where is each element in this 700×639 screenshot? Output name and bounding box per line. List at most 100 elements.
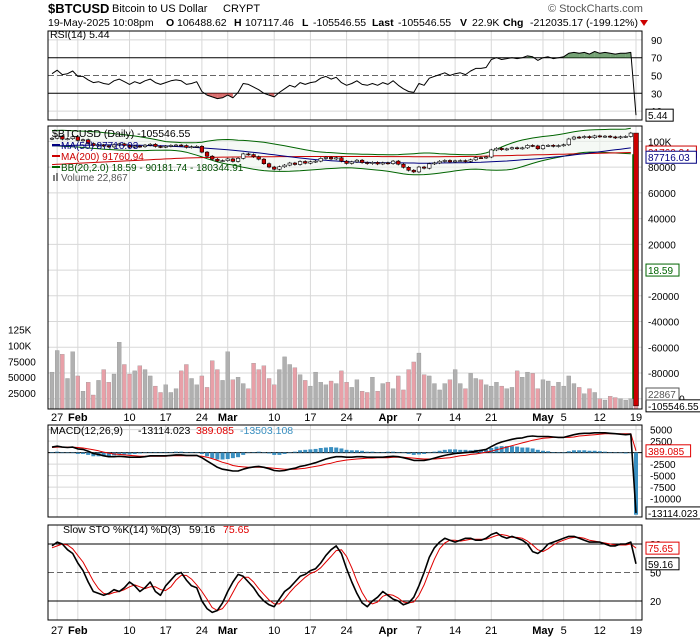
candle-body: [489, 149, 494, 158]
macd-histogram-bar: [515, 446, 520, 453]
volume-bar: [577, 387, 582, 410]
macd-histogram-bar: [602, 451, 607, 453]
macd-histogram-bar: [416, 452, 421, 455]
macd-histogram-bar: [230, 452, 235, 459]
volume-bar: [303, 380, 308, 410]
x-tick-label-bottom: 27: [51, 625, 63, 637]
macd-histogram-bar: [153, 452, 158, 453]
macd-histogram-bar: [60, 452, 65, 454]
candle-body: [142, 144, 148, 148]
volume-bar: [101, 369, 106, 410]
macd-histogram-bar: [540, 450, 545, 453]
volume-tick-label: 125K: [8, 326, 32, 337]
volume-bar: [561, 385, 566, 410]
volume-tick-label: 75000: [8, 357, 36, 368]
volume-bar: [520, 377, 525, 410]
candle-body: [613, 136, 618, 139]
volume-legend-icon-bar: [56, 173, 58, 181]
x-tick-label-mid: 10: [268, 412, 280, 424]
volume-bar: [458, 383, 463, 410]
low-value: -105546.55: [313, 17, 366, 29]
security-name: Bitcoin to US Dollar: [112, 3, 208, 15]
candle-body: [354, 159, 360, 163]
macd-histogram-bar: [334, 447, 339, 453]
macd-histogram-bar: [344, 449, 349, 453]
macd-histogram-bar: [437, 450, 442, 453]
macd-histogram-bar: [365, 451, 370, 453]
volume-bar: [328, 380, 334, 410]
x-tick-label-mid: 10: [123, 412, 135, 424]
volume-bar: [117, 342, 122, 410]
candle-body: [447, 160, 453, 163]
macd-histogram-bar: [179, 451, 184, 453]
volume-bar: [277, 369, 282, 410]
volume-bar: [235, 377, 241, 410]
volume-bar: [96, 380, 101, 410]
volume-bar: [189, 378, 194, 410]
volume-bar: [401, 389, 406, 410]
volume-bar: [132, 370, 137, 410]
volume-bar: [437, 389, 442, 410]
macd-histogram-bar: [385, 451, 390, 453]
macd-histogram-bar: [86, 452, 91, 455]
volume-bar: [75, 375, 80, 410]
macd-histogram-bar: [535, 449, 540, 453]
low-label: L: [302, 17, 309, 29]
macd-histogram-bar: [499, 446, 504, 453]
candle-body: [540, 145, 546, 150]
macd-histogram-bar: [308, 449, 313, 453]
candle-body: [272, 166, 277, 170]
volume-bar: [266, 378, 272, 410]
macd-tick-label: -2500: [650, 460, 676, 471]
macd-histogram-bar: [360, 450, 365, 453]
macd-histogram-bar: [592, 450, 597, 453]
price-badge: 18.59: [648, 266, 673, 277]
watermark: © StockCharts.com: [548, 3, 643, 15]
volume-bar: [375, 391, 380, 410]
x-tick-label-mid: 21: [485, 412, 497, 424]
macd-histogram-bar: [447, 449, 452, 453]
volume-bar: [416, 352, 422, 410]
macd-histogram-bar: [375, 452, 380, 453]
open-label: O: [166, 17, 174, 29]
price-tick-label: -60000: [648, 343, 680, 354]
x-tick-label-bottom: 21: [485, 625, 497, 637]
volume-bar: [220, 380, 225, 410]
macd-histogram-bar: [509, 446, 514, 453]
candle-body: [163, 145, 168, 148]
macd-tick-label: -5000: [650, 472, 676, 483]
candle-body: [571, 136, 577, 140]
x-tick-label-bottom: 17: [304, 625, 316, 637]
volume-bar: [618, 398, 623, 410]
last-label: Last: [372, 17, 394, 29]
candle-body: [411, 169, 416, 173]
macd-histogram-bar: [571, 450, 576, 453]
volume-label: V: [460, 17, 467, 29]
candle-body: [297, 161, 303, 165]
volume-bar: [210, 360, 215, 410]
x-tick-label-mid: Apr: [378, 412, 398, 424]
volume-bar: [427, 375, 432, 410]
candle-body: [153, 143, 158, 147]
macd-histogram-bar: [220, 452, 225, 460]
price-tick-label: -40000: [648, 318, 680, 329]
volume-bar: [483, 384, 489, 410]
candle-body: [390, 160, 396, 164]
macd-tick-label: 5000: [650, 426, 673, 437]
candle-body: [215, 158, 220, 162]
volume-bar: [297, 374, 303, 410]
macd-histogram-bar: [406, 452, 411, 454]
candle-body: [375, 162, 380, 165]
candle-body: [577, 136, 582, 139]
macd-histogram-bar: [323, 447, 328, 453]
candle-body: [561, 144, 566, 147]
volume-bar: [230, 379, 236, 410]
candle-body: [623, 136, 628, 138]
sto-legend-k: 59.16: [189, 524, 215, 536]
candle-body: [422, 166, 427, 169]
x-tick-label-mid: 14: [449, 412, 461, 424]
macd-histogram-bar: [292, 451, 297, 453]
x-tick-label-mid: 17: [160, 412, 172, 424]
volume-bar: [241, 383, 246, 410]
macd-histogram-bar: [246, 452, 251, 454]
